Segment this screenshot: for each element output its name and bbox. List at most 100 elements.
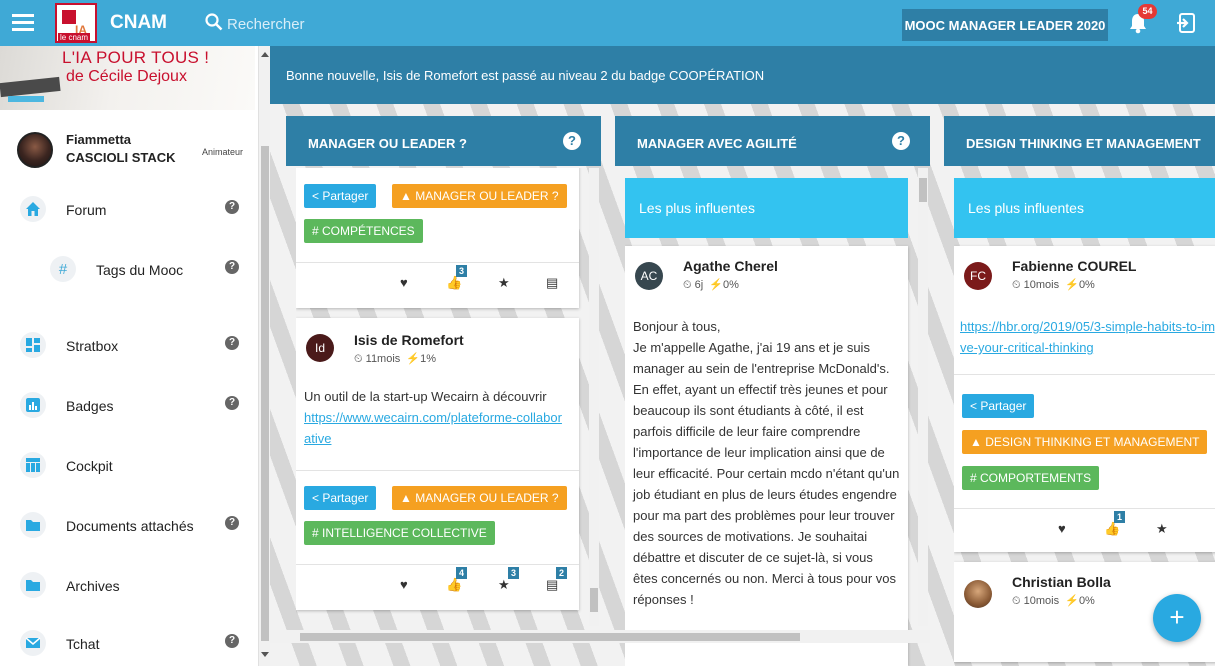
- search-box[interactable]: [205, 13, 525, 35]
- scrollbar-thumb[interactable]: [261, 146, 269, 641]
- sidebar-item-forum[interactable]: Forum ?: [0, 190, 255, 230]
- hashtag-tag[interactable]: # INTELLIGENCE COLLECTIVE: [304, 521, 495, 545]
- column-header[interactable]: MANAGER AVEC AGILITÉ ?: [615, 116, 930, 166]
- sidebar-item-documents[interactable]: Documents attachés ?: [0, 506, 255, 546]
- score-icon: ⚡: [1065, 595, 1079, 607]
- most-influential-header[interactable]: Les plus influentes: [625, 178, 908, 238]
- star-icon[interactable]: ★ 3: [498, 567, 519, 593]
- help-icon[interactable]: ?: [225, 260, 239, 274]
- share-button[interactable]: < Partager: [304, 486, 377, 510]
- sidebar: L'IA POUR TOUS ! de Cécile Dejoux Fiamme…: [0, 46, 258, 666]
- star-count: 3: [508, 567, 519, 579]
- post-author[interactable]: Agathe Cherel: [683, 258, 778, 274]
- sidebar-scrollbar[interactable]: [258, 46, 270, 666]
- like-icon[interactable]: 👍 4: [446, 567, 467, 593]
- logout-icon[interactable]: [1176, 12, 1196, 34]
- help-icon[interactable]: ?: [225, 336, 239, 350]
- post-link[interactable]: https://www.wecairn.com/plateforme-colla…: [304, 407, 566, 449]
- post-meta: ⏲ 10mois ⚡0%: [1012, 279, 1095, 291]
- help-icon[interactable]: ?: [225, 200, 239, 214]
- topic-icon: ▲: [400, 189, 416, 203]
- hashtag-tag[interactable]: # COMPORTEMENTS: [962, 466, 1100, 490]
- column-scrollbar[interactable]: [589, 168, 599, 626]
- topic-tag[interactable]: ▲ MANAGER OU LEADER ?: [392, 486, 567, 510]
- author-avatar[interactable]: AC: [635, 262, 663, 290]
- post-author[interactable]: Isis de Romefort: [354, 332, 464, 348]
- scrollbar-thumb[interactable]: [300, 633, 800, 641]
- add-post-button[interactable]: +: [1153, 594, 1201, 642]
- comment-count: 2: [556, 567, 567, 579]
- hashtag-tag[interactable]: # COMPÉTENCES: [304, 219, 423, 243]
- search-input[interactable]: [227, 13, 517, 35]
- sidebar-item-label: Tags du Mooc: [96, 262, 184, 278]
- course-banner[interactable]: L'IA POUR TOUS ! de Cécile Dejoux: [0, 46, 255, 110]
- column-title: MANAGER OU LEADER ?: [308, 136, 467, 151]
- comment-icon[interactable]: ▤ 2: [546, 567, 567, 593]
- scroll-up-arrow[interactable]: [261, 52, 269, 57]
- notification-banner: Bonne nouvelle, Isis de Romefort est pas…: [270, 46, 1215, 104]
- sidebar-item-badges[interactable]: Badges ?: [0, 386, 255, 426]
- course-button[interactable]: MOOC MANAGER LEADER 2020: [902, 9, 1108, 41]
- post-link[interactable]: https://hbr.org/2019/05/3-simple-habits-…: [960, 319, 1215, 355]
- column-header[interactable]: DESIGN THINKING ET MANAGEMENT: [944, 116, 1215, 166]
- board-horizontal-scrollbar[interactable]: [270, 630, 930, 643]
- user-profile[interactable]: Fiammetta CASCIOLI STACK Animateur: [0, 126, 255, 178]
- like-icon[interactable]: 👍 3: [446, 265, 467, 291]
- column-header[interactable]: MANAGER OU LEADER ? ?: [286, 116, 601, 166]
- help-icon[interactable]: ?: [225, 516, 239, 530]
- score-icon: ⚡: [709, 279, 724, 291]
- post-card: AC Agathe Cherel ⏲ 6j ⚡0% Bonjour à tous…: [625, 246, 908, 666]
- hamburger-menu-icon[interactable]: [12, 10, 34, 34]
- post-meta: ⏲ 6j ⚡0%: [683, 279, 739, 291]
- star-icon[interactable]: ★: [1156, 521, 1168, 537]
- like-count: 4: [456, 567, 467, 579]
- topic-tag[interactable]: ▲ MANAGER OU LEADER ?: [392, 184, 567, 208]
- post-card: FC Fabienne COUREL ⏲ 10mois ⚡0% https://…: [954, 246, 1215, 552]
- heart-icon[interactable]: ♥: [1058, 521, 1066, 536]
- help-icon[interactable]: ?: [563, 132, 581, 150]
- column-body: < Partager ▲ MANAGER OU LEADER ? # COMPÉ…: [296, 168, 591, 666]
- clock-icon: ⏲: [354, 353, 366, 365]
- topic-icon: ▲: [970, 435, 986, 449]
- most-influential-header[interactable]: Les plus influentes: [954, 178, 1215, 238]
- user-avatar[interactable]: [17, 132, 53, 168]
- clock-icon: ⏲: [1012, 279, 1024, 291]
- comment-icon[interactable]: ▤: [546, 275, 558, 291]
- like-icon[interactable]: 👍 1: [1104, 511, 1125, 537]
- author-avatar[interactable]: [964, 580, 992, 608]
- app-title[interactable]: CNAM: [110, 12, 167, 34]
- help-icon[interactable]: ?: [225, 396, 239, 410]
- cnam-logo[interactable]: IA le cnam: [55, 3, 97, 43]
- scrollbar-thumb[interactable]: [919, 178, 927, 202]
- clock-icon: ⏲: [1012, 595, 1024, 607]
- like-count: 3: [456, 265, 467, 277]
- sidebar-item-cockpit[interactable]: Cockpit: [0, 446, 255, 486]
- post-author[interactable]: Fabienne COUREL: [1012, 258, 1136, 274]
- help-icon[interactable]: ?: [225, 634, 239, 648]
- clock-icon: ⏲: [683, 279, 695, 291]
- author-avatar[interactable]: FC: [964, 262, 992, 290]
- share-button[interactable]: < Partager: [962, 394, 1035, 418]
- heart-icon[interactable]: ♥: [400, 577, 408, 592]
- table-icon: [20, 452, 46, 478]
- scroll-down-arrow[interactable]: [261, 652, 269, 657]
- logo-square: [62, 10, 76, 24]
- scrollbar-thumb[interactable]: [590, 588, 598, 612]
- help-icon[interactable]: ?: [892, 132, 910, 150]
- share-button[interactable]: < Partager: [304, 184, 377, 208]
- sidebar-item-tchat[interactable]: Tchat ?: [0, 624, 255, 664]
- banner-title: L'IA POUR TOUS !: [62, 48, 210, 67]
- column-body: Les plus influentes AC Agathe Cherel ⏲ 6…: [625, 168, 920, 666]
- heart-icon[interactable]: ♥: [400, 275, 408, 290]
- top-bar: IA le cnam CNAM MOOC MANAGER LEADER 2020…: [0, 0, 1215, 46]
- star-icon[interactable]: ★: [498, 275, 510, 291]
- score-icon: ⚡: [1065, 279, 1079, 291]
- sidebar-item-label: Documents attachés: [66, 518, 194, 534]
- post-author[interactable]: Christian Bolla: [1012, 574, 1111, 590]
- sidebar-item-archives[interactable]: Archives: [0, 566, 255, 606]
- column-scrollbar[interactable]: [918, 168, 928, 626]
- author-avatar[interactable]: Id: [306, 334, 334, 362]
- topic-tag[interactable]: ▲ DESIGN THINKING ET MANAGEMENT: [962, 430, 1208, 454]
- sidebar-item-stratbox[interactable]: Stratbox ?: [0, 326, 255, 366]
- sidebar-item-tags[interactable]: # Tags du Mooc ?: [0, 250, 255, 290]
